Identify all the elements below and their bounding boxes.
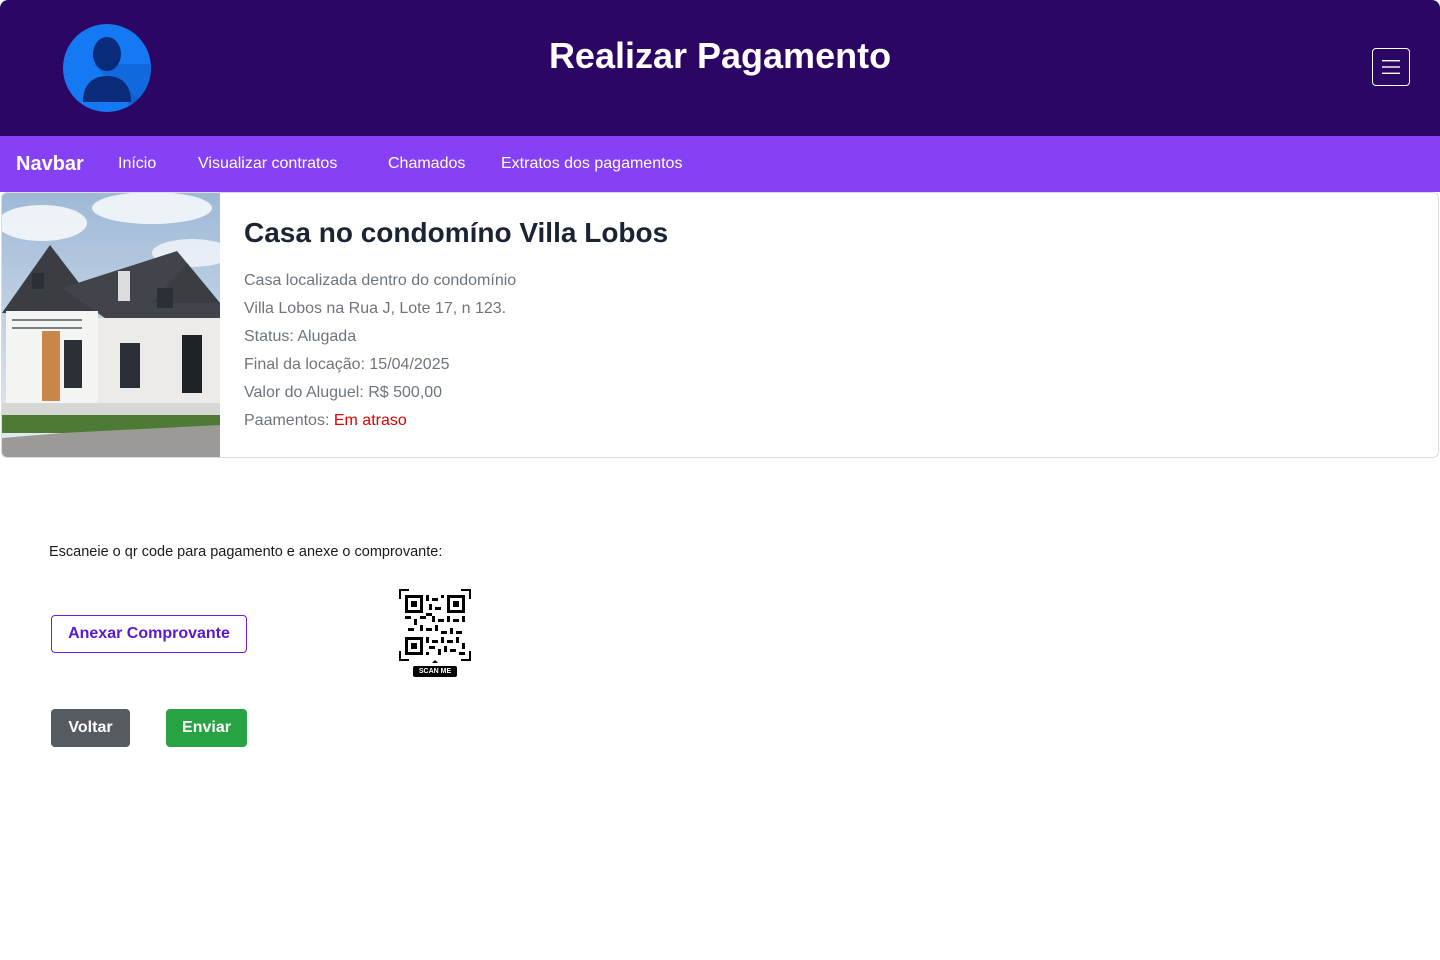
property-title: Casa no condomíno Villa Lobos: [244, 217, 669, 248]
header: Realizar Pagamento: [0, 0, 1440, 136]
property-description-line1: Casa localizada dentro do condomínio: [244, 272, 517, 289]
property-payments: Paamentos: Em atraso: [244, 409, 407, 433]
property-description-line2: Villa Lobos na Rua J, Lote 17, n 123.: [244, 300, 507, 317]
nav-link-chamados[interactable]: Chamados: [388, 151, 465, 177]
back-button[interactable]: Voltar: [51, 709, 130, 747]
menu-toggle-button[interactable]: [1372, 48, 1410, 86]
page-title: Realizar Pagamento: [548, 35, 892, 76]
attach-receipt-button[interactable]: Anexar Comprovante: [51, 615, 247, 653]
property-lease-end: Final da locação: 15/04/2025: [244, 356, 450, 373]
navbar: Navbar Início Visualizar contratos Chama…: [0, 136, 1440, 192]
property-status: Status: Alugada: [244, 328, 357, 345]
nav-link-visualizar-contratos[interactable]: Visualizar contratos: [198, 151, 337, 177]
qr-scan-caption: SCAN ME: [413, 666, 457, 677]
payments-status-late: Em atraso: [333, 412, 407, 429]
payment-instruction: Escaneie o qr code para pagamento e anex…: [49, 544, 443, 560]
house-photo: [2, 193, 220, 457]
send-button[interactable]: Enviar: [166, 709, 247, 747]
nav-link-extratos[interactable]: Extratos dos pagamentos: [501, 151, 682, 177]
property-rent: Valor do Aluguel: R$ 500,00: [244, 384, 443, 401]
property-card: Casa no condomíno Villa Lobos Casa local…: [1, 192, 1439, 458]
hamburger-menu-icon: [1382, 60, 1400, 74]
navbar-brand[interactable]: Navbar: [16, 150, 84, 178]
payments-label: Paamentos:: [244, 412, 330, 429]
nav-link-inicio[interactable]: Início: [118, 151, 156, 177]
